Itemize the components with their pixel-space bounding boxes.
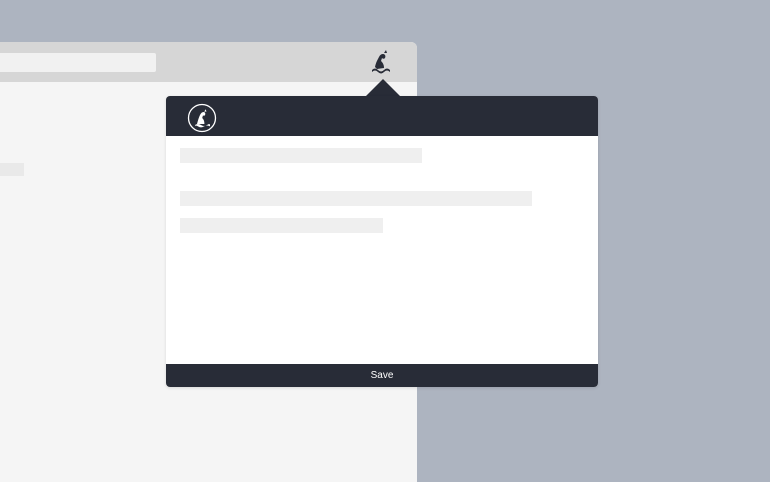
mastodon-mascot-badge-icon (187, 103, 217, 133)
popup-header (166, 96, 598, 136)
placeholder-line (180, 191, 532, 206)
browser-toolbar (0, 42, 417, 82)
extension-popup: Save (166, 96, 598, 387)
popup-body (166, 136, 598, 364)
save-button[interactable]: Save (166, 364, 598, 387)
mastodon-mascot-icon[interactable] (367, 49, 397, 77)
placeholder-line (180, 148, 422, 163)
address-bar[interactable] (0, 53, 156, 72)
page-placeholder-text (0, 163, 24, 176)
popup-arrow (366, 79, 400, 96)
placeholder-line (180, 218, 383, 233)
